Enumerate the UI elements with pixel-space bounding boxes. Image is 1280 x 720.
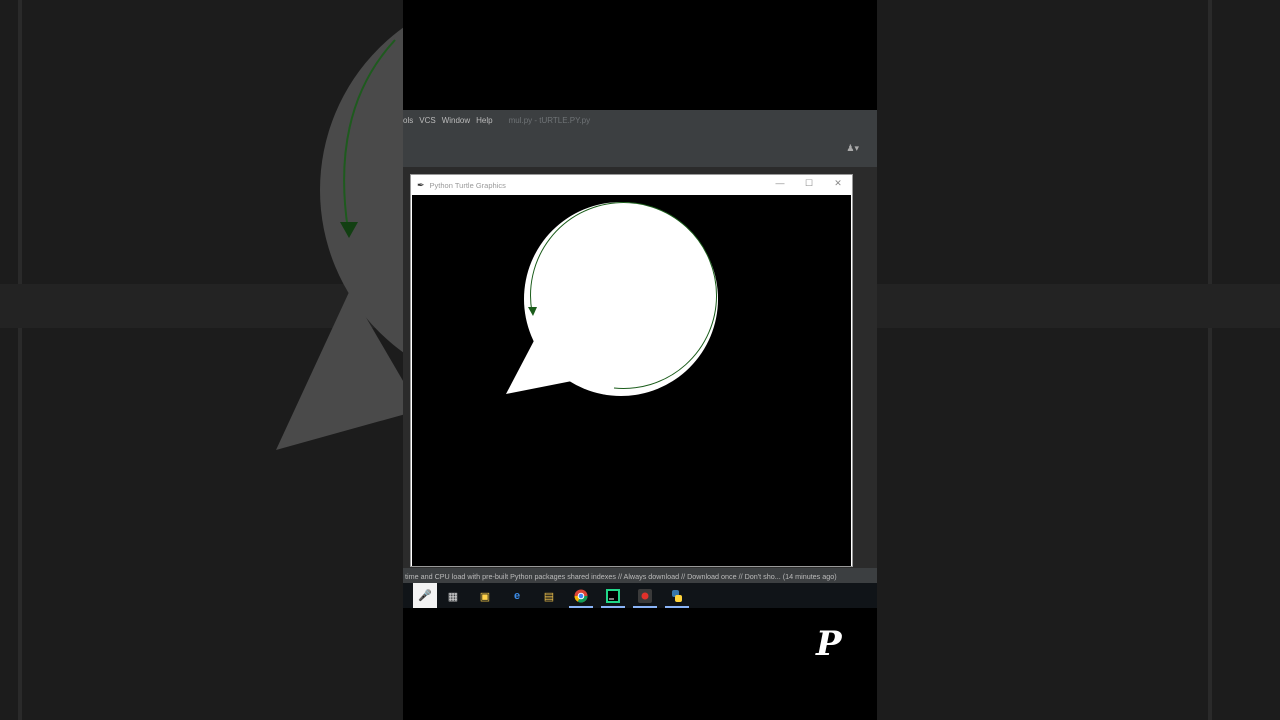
background-blur-right xyxy=(877,0,1280,720)
record-icon[interactable] xyxy=(635,586,655,606)
background-edge xyxy=(1208,0,1212,720)
ide-toolbar: ♟▾ xyxy=(403,130,877,168)
turtle-window-title: Python Turtle Graphics xyxy=(429,180,506,190)
bubble-circle xyxy=(524,202,718,396)
minimize-button[interactable]: — xyxy=(773,178,787,188)
menu-vcs[interactable]: VCS xyxy=(419,116,435,125)
turtle-titlebar[interactable]: ✒ Python Turtle Graphics — ☐ ✕ xyxy=(411,175,852,195)
windows-taskbar: 🎤 ▦ ▣ e ▤ xyxy=(403,583,877,608)
turtle-canvas[interactable] xyxy=(412,195,851,566)
folder-icon[interactable]: ▤ xyxy=(539,586,559,606)
close-button[interactable]: ✕ xyxy=(831,178,845,189)
screen: ols VCS Window Help mul.py - tURTLE.PY.p… xyxy=(0,0,1280,720)
background-blur-left xyxy=(0,0,403,720)
ide-status-bar: time and CPU load with pre-built Python … xyxy=(403,570,877,583)
maximize-button[interactable]: ☐ xyxy=(802,178,816,189)
store-icon[interactable]: ▣ xyxy=(475,586,495,606)
speech-bubble-drawing xyxy=(506,202,718,396)
pycharm-icon[interactable] xyxy=(603,586,623,606)
watermark-logo: P xyxy=(816,624,842,664)
chrome-icon[interactable] xyxy=(571,586,591,606)
python-icon[interactable] xyxy=(667,586,687,606)
taskbar-active-indicator xyxy=(569,606,593,608)
mic-icon[interactable]: 🎤 xyxy=(413,583,437,608)
background-blurred-shape xyxy=(276,27,403,450)
taskbar-active-indicator xyxy=(665,606,689,608)
ide-file-title: mul.py - tURTLE.PY.py xyxy=(508,115,591,125)
taskbar-active-indicator xyxy=(633,606,657,608)
background-band xyxy=(877,284,1280,328)
menu-tools[interactable]: ols xyxy=(403,116,413,125)
taskbar-active-indicator xyxy=(601,606,625,608)
feather-icon: ✒ xyxy=(417,179,425,190)
turtle-graphics-window: ✒ Python Turtle Graphics — ☐ ✕ xyxy=(410,174,853,567)
user-icon[interactable]: ♟▾ xyxy=(846,143,859,154)
ide-menubar: ols VCS Window Help mul.py - tURTLE.PY.p… xyxy=(403,110,877,130)
menu-help[interactable]: Help xyxy=(476,116,492,125)
edge-icon[interactable]: e xyxy=(507,586,527,606)
menu-window[interactable]: Window xyxy=(442,116,470,125)
task-view-icon[interactable]: ▦ xyxy=(443,586,463,606)
